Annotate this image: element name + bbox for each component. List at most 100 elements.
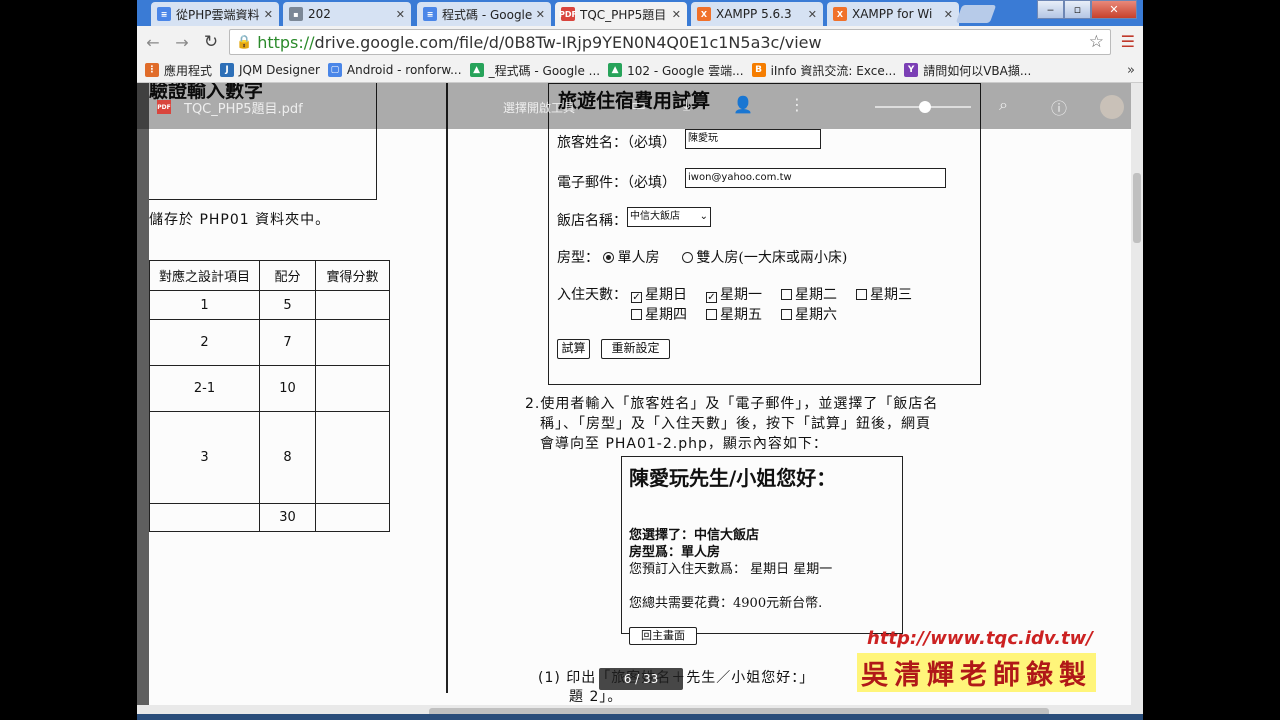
- day-option: 星期三: [856, 284, 912, 304]
- table-row: 2-1 10: [149, 365, 390, 412]
- name-label: 旅客姓名：（必填）: [557, 135, 676, 151]
- close-icon[interactable]: ✕: [944, 8, 953, 21]
- close-icon[interactable]: ✕: [264, 8, 273, 21]
- tab-strip: ≡ 從PHP雲端資料 ✕ ▪ 202 ✕ ≡ 程式碼 - Google ✕ PD…: [137, 0, 1143, 26]
- search-icon[interactable]: ⌕: [999, 95, 1008, 115]
- table-row: 3 8: [149, 411, 390, 504]
- apps-icon: ⋮: [145, 63, 159, 77]
- close-icon[interactable]: ✕: [396, 8, 405, 21]
- doc-icon: ≡: [157, 7, 171, 21]
- tab-xampp-563[interactable]: X XAMPP 5.6.3 ✕: [691, 2, 823, 26]
- close-icon[interactable]: ✕: [672, 8, 681, 21]
- page-divider: [446, 83, 448, 693]
- days-label: 入住天數：: [557, 287, 627, 303]
- viewer-header: PDF TQC_PHP5題目.pdf 選擇開啟工具 ▭ ⤓ 👤 ⋮ ⌕ ⓘ: [137, 83, 1131, 129]
- tab-code-google[interactable]: ≡ 程式碼 - Google ✕: [417, 2, 551, 26]
- storage-note: 儲存於 PHP01 資料夾中。: [149, 212, 331, 228]
- minimize-button[interactable]: ‒: [1037, 0, 1064, 19]
- page-indicator: 6 / 33: [599, 668, 683, 690]
- bookmark-code-google[interactable]: ▲ _程式碼 - Google ...: [469, 62, 600, 79]
- url-text: drive.google.com/file/d/0B8Tw-IRjp9YEN0N…: [314, 32, 822, 52]
- table-header: 配分: [259, 260, 316, 291]
- bookmarks-bar: ⋮ 應用程式 J JQM Designer ▢ Android - ronfor…: [137, 58, 1143, 83]
- instruction-line-2: 稱」、「房型」及「入住天數」後，按下「試算」鈕後，網頁: [540, 416, 931, 432]
- instruction-line-1: 2.使用者輸入「旅客姓名」及「電子郵件」，並選擇了「飯店名: [525, 396, 939, 412]
- bookmark-jqm-designer[interactable]: J JQM Designer: [220, 63, 320, 77]
- avatar[interactable]: [1100, 95, 1124, 119]
- watermark-name: 吳清輝老師錄製: [857, 653, 1096, 692]
- bookmark-apps[interactable]: ⋮ 應用程式: [145, 62, 212, 79]
- day-option: 星期二: [781, 284, 837, 304]
- more-vert-icon[interactable]: ⋮: [789, 95, 805, 114]
- email-input: iwon@yahoo.com.tw: [685, 168, 946, 188]
- lock-icon: 🔒: [236, 34, 253, 50]
- forward-button[interactable]: →: [169, 29, 195, 55]
- scrollbar-thumb[interactable]: [1133, 173, 1141, 243]
- tab-php-cloud[interactable]: ≡ 從PHP雲端資料 ✕: [151, 2, 279, 26]
- close-window-button[interactable]: ✕: [1091, 0, 1137, 19]
- reset-button-image: 重新設定: [601, 339, 670, 359]
- close-icon[interactable]: ✕: [536, 8, 545, 21]
- table-row: 2 7: [149, 319, 390, 366]
- chevron-double-right-icon[interactable]: »: [1127, 63, 1135, 78]
- viewer-file-title: TQC_PHP5題目.pdf: [184, 102, 303, 117]
- bookmark-iinfo[interactable]: B iInfo 資訊交流: Exce...: [751, 62, 896, 79]
- checkbox-checked-icon: ✓: [631, 292, 642, 303]
- checkbox-icon: [856, 289, 867, 300]
- hotel-label: 飯店名稱：: [557, 213, 627, 229]
- drive-icon: ▲: [469, 63, 484, 77]
- calc-button-image: 試算: [557, 339, 590, 359]
- bookmark-102-google[interactable]: ▲ 102 - Google 雲端...: [608, 62, 744, 79]
- score-table: 對應之設計項目 配分 實得分數 1 5 2 7 2-1 10 3 8 30: [149, 260, 390, 532]
- result-total: 您總共需要花費：4900元新台幣.: [629, 596, 823, 611]
- day-option: ✓ 星期日: [631, 287, 687, 303]
- day-option: 星期六: [781, 304, 837, 324]
- back-button[interactable]: ←: [140, 29, 166, 55]
- info-icon[interactable]: ⓘ: [1051, 95, 1067, 119]
- table-row: 1 5: [149, 290, 390, 320]
- tab-tqc-pdf[interactable]: PDF TQC_PHP5題目 ✕: [555, 2, 687, 26]
- room-type: 房型： 單人房 雙人房(一大床或兩小床): [557, 250, 848, 266]
- day-option: ✓ 星期一: [706, 287, 762, 303]
- reload-button[interactable]: ↻: [198, 29, 224, 55]
- watermark-url: http://www.tqc.idv.tw/: [867, 628, 1093, 649]
- yahoo-icon: Y: [904, 63, 919, 77]
- browser-toolbar: ← → ↻ 🔒 https:// drive.google.com/file/d…: [137, 26, 1143, 58]
- home-button-image: 回主畫面: [629, 627, 697, 645]
- zoom-slider-handle[interactable]: [919, 101, 931, 113]
- close-icon[interactable]: ✕: [808, 8, 817, 21]
- jqm-icon: J: [220, 63, 235, 77]
- url-scheme: https://: [257, 32, 315, 52]
- day-option: 星期五: [706, 304, 762, 324]
- new-tab-button[interactable]: [955, 5, 997, 23]
- name-input: 陳愛玩: [685, 129, 821, 149]
- bookmark-vba[interactable]: Y 請問如何以VBA擷...: [904, 62, 1031, 79]
- day-option: 星期四: [631, 304, 687, 324]
- checkbox-icon: [781, 309, 792, 320]
- table-header: 實得分數: [315, 260, 390, 291]
- arrow-right-icon: →: [175, 32, 189, 52]
- result-days: 您預訂入住天數爲： 星期日 星期一: [629, 562, 833, 577]
- tab-202[interactable]: ▪ 202 ✕: [283, 2, 411, 26]
- table-row: 30: [149, 503, 390, 532]
- add-person-icon[interactable]: 👤: [733, 95, 753, 114]
- pdf-viewer: 驗證輸入數字 儲存於 PHP01 資料夾中。 對應之設計項目 配分 實得分數 1…: [137, 83, 1143, 720]
- reload-icon: ↻: [203, 32, 219, 52]
- chrome-menu-icon[interactable]: ☰: [1121, 32, 1135, 51]
- address-bar[interactable]: 🔒 https:// drive.google.com/file/d/0B8Tw…: [229, 29, 1111, 55]
- download-icon[interactable]: ⤓: [683, 95, 690, 115]
- radio-icon: [603, 252, 615, 263]
- print-icon[interactable]: ▭: [631, 95, 646, 114]
- pdf-icon: PDF: [157, 100, 171, 114]
- page-icon: ▢: [327, 63, 342, 77]
- pdf-icon: PDF: [559, 7, 577, 21]
- checkbox-icon: [631, 309, 642, 320]
- result-greeting: 陳愛玩先生/小姐您好：: [629, 466, 837, 490]
- open-with-button[interactable]: 選擇開啟工具: [503, 99, 575, 116]
- vertical-scrollbar[interactable]: [1131, 83, 1143, 705]
- maximize-button[interactable]: ▫: [1064, 0, 1091, 19]
- tab-xampp-windows[interactable]: X XAMPP for Wi ✕: [827, 2, 959, 26]
- bookmark-android[interactable]: ▢ Android - ronforw...: [327, 63, 462, 77]
- bookmark-star-icon[interactable]: ☆: [1089, 32, 1104, 52]
- xampp-icon: X: [833, 7, 847, 21]
